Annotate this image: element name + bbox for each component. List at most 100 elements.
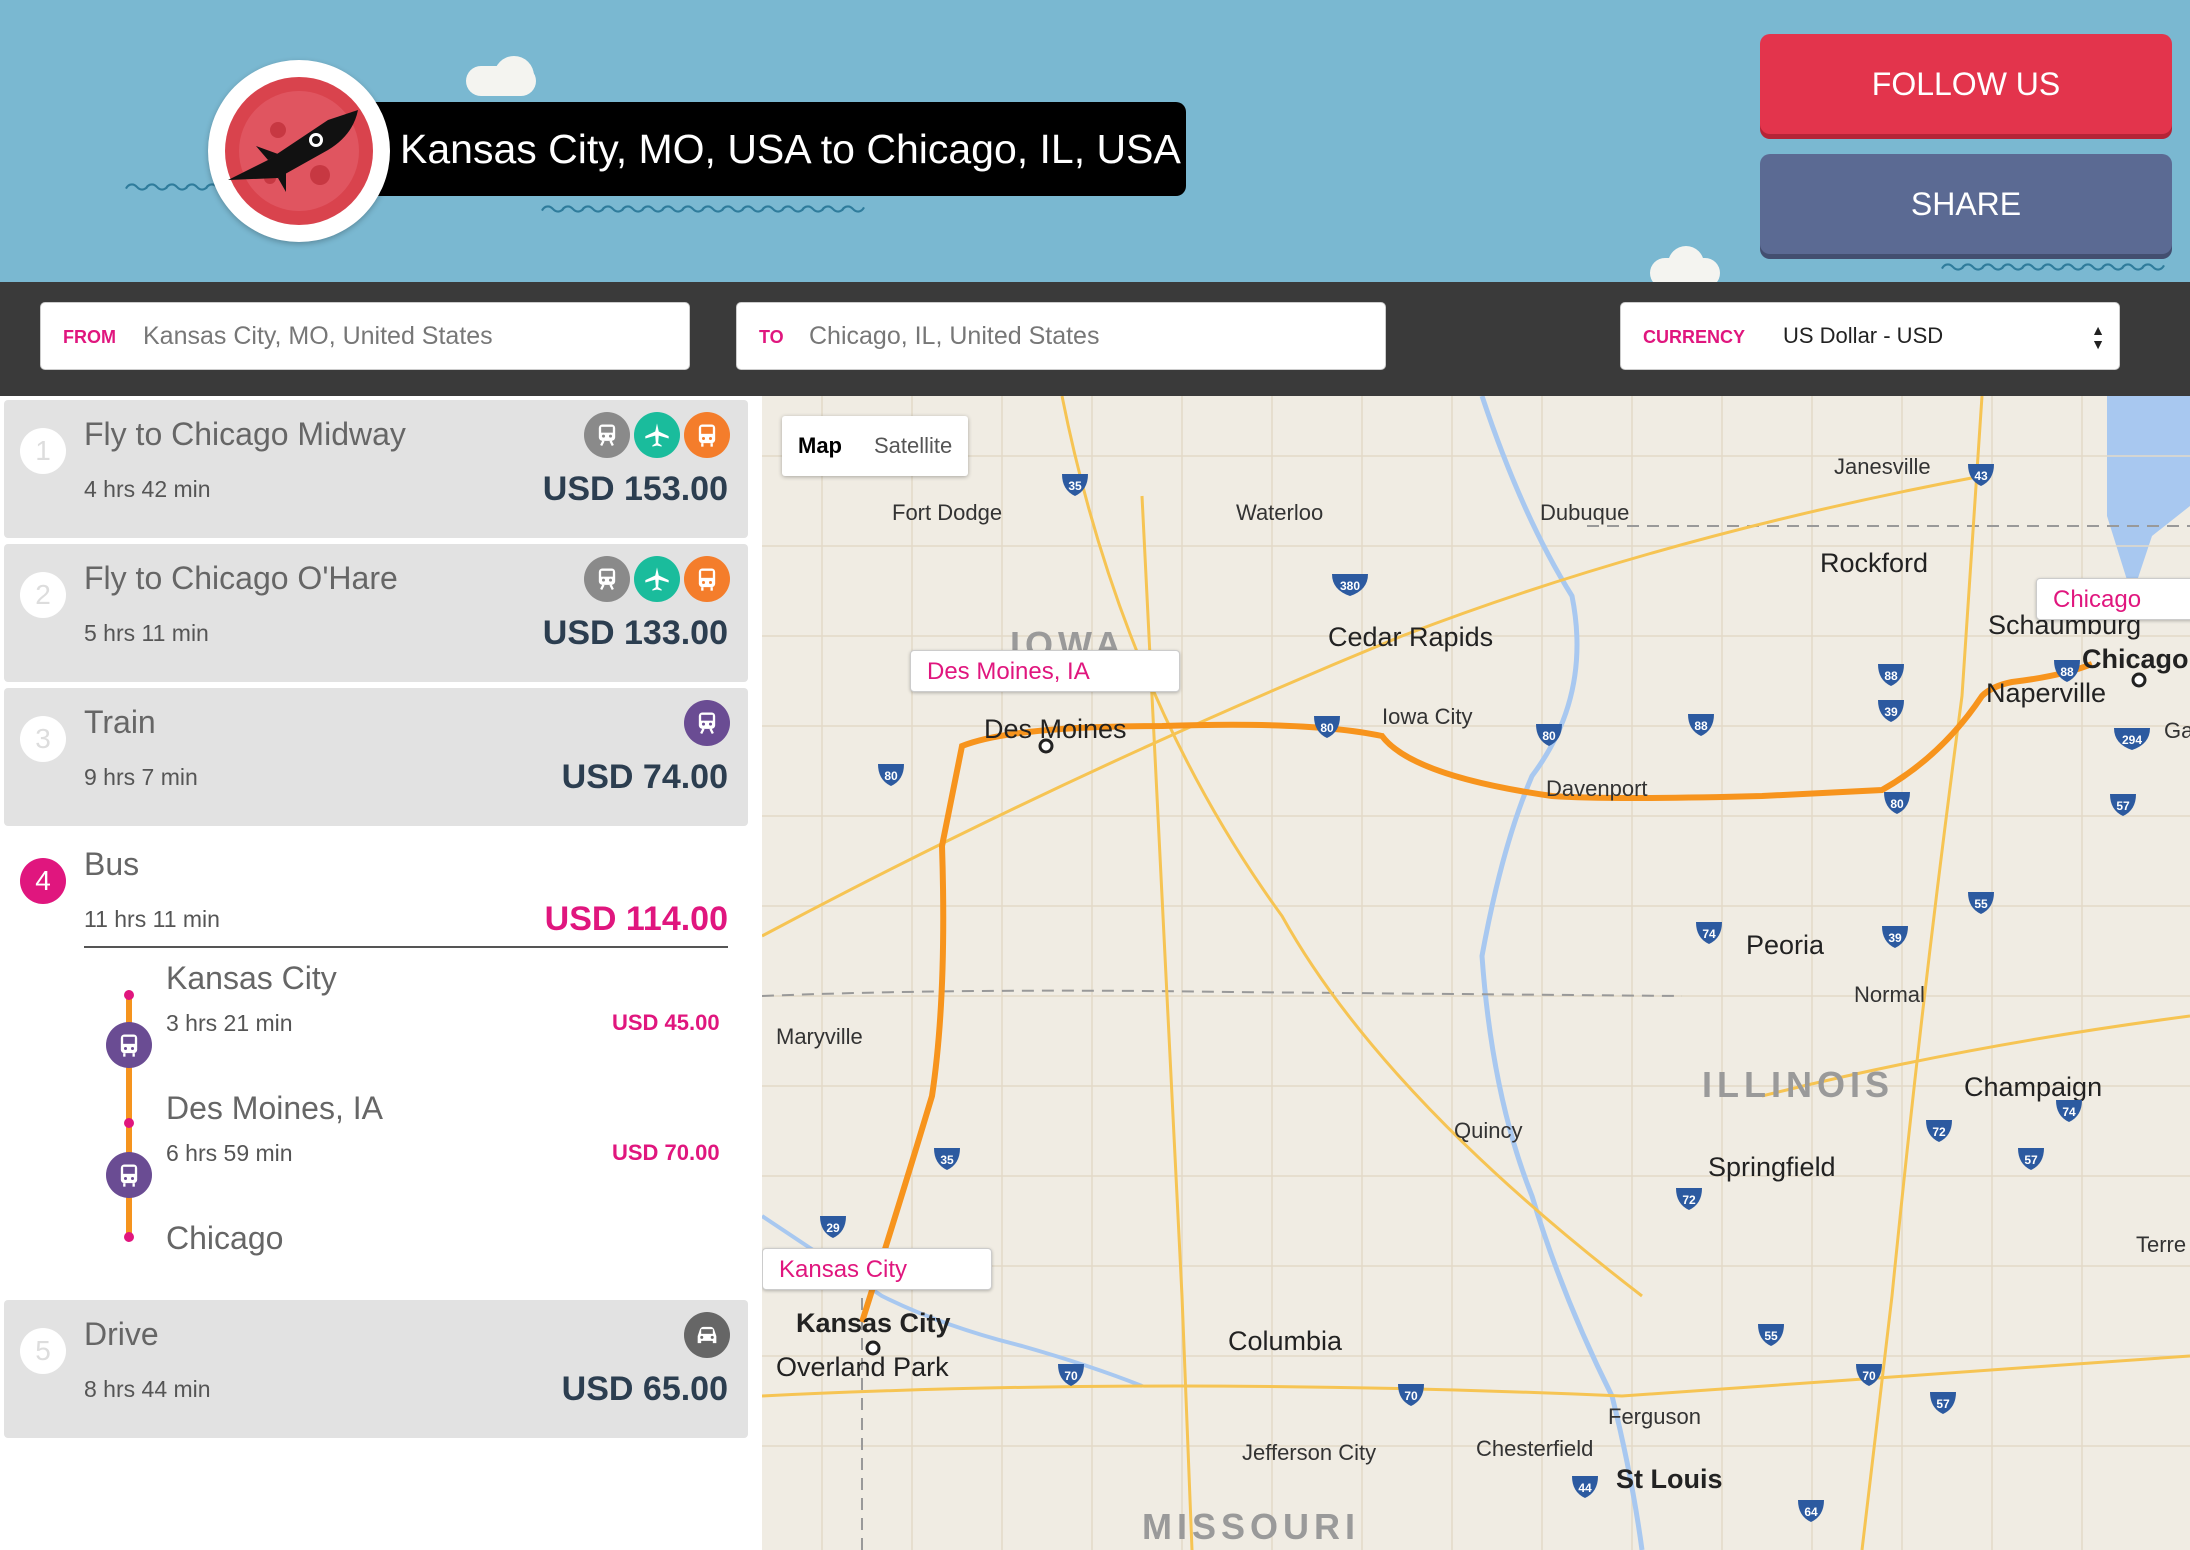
- svg-text:70: 70: [1862, 1369, 1876, 1383]
- highway-shield: 55: [1756, 1322, 1786, 1348]
- highway-shield: 80: [1882, 790, 1912, 816]
- svg-text:57: 57: [1936, 1397, 1950, 1411]
- highway-shield: 29: [818, 1214, 848, 1240]
- map-type-toggle: Map Satellite: [782, 416, 969, 476]
- option-duration: 9 hrs 7 min: [84, 764, 198, 790]
- route-option-1[interactable]: 1 Fly to Chicago Midway 4 hrs 42 min USD…: [4, 400, 748, 538]
- svg-text:380: 380: [1340, 579, 1360, 593]
- car-icon: [684, 1312, 730, 1358]
- city-label: Springfield: [1708, 1152, 1836, 1182]
- page-title: Kansas City, MO, USA to Chicago, IL, USA: [356, 102, 1186, 196]
- leg-origin[interactable]: Kansas City: [166, 960, 337, 997]
- train-icon: [684, 700, 730, 746]
- city-label: Jefferson City: [1242, 1440, 1377, 1465]
- svg-text:72: 72: [1932, 1125, 1946, 1139]
- highway-shield: 88: [1876, 662, 1906, 688]
- city-label: Kansas City: [796, 1308, 951, 1338]
- map-callout-kansas-city[interactable]: Kansas City: [762, 1248, 992, 1290]
- bus-icon: [684, 412, 730, 458]
- svg-text:80: 80: [1542, 729, 1556, 743]
- highway-shield: 57: [2108, 792, 2138, 818]
- highway-shield: 39: [1876, 698, 1906, 724]
- from-field[interactable]: FROM Kansas City, MO, United States: [40, 302, 690, 370]
- city-label: Janesville: [1834, 454, 1931, 479]
- map-callout-des-moines[interactable]: Des Moines, IA: [910, 650, 1180, 692]
- option-duration: 11 hrs 11 min: [84, 906, 220, 932]
- option-number: 5: [20, 1328, 66, 1374]
- city-label: Ga: [2164, 718, 2190, 743]
- city-label: Maryville: [776, 1024, 863, 1049]
- leg-origin[interactable]: Des Moines, IA: [166, 1090, 383, 1127]
- city-label: Overland Park: [776, 1352, 949, 1382]
- svg-text:70: 70: [1064, 1369, 1078, 1383]
- stop-dot: [124, 990, 134, 1000]
- map-canvas[interactable]: [762, 396, 2190, 1550]
- select-arrows-icon[interactable]: ▲ ▼: [2091, 323, 2105, 351]
- highway-shield: 294: [2112, 726, 2152, 752]
- state-label: ILLINOIS: [1702, 1064, 1894, 1105]
- highway-shield: 35: [1060, 472, 1090, 498]
- city-label: St Louis: [1616, 1464, 1723, 1494]
- svg-text:44: 44: [1578, 1481, 1592, 1495]
- highway-shield: 44: [1570, 1474, 1600, 1500]
- from-input[interactable]: Kansas City, MO, United States: [143, 303, 493, 369]
- svg-text:35: 35: [1068, 479, 1082, 493]
- route-map[interactable]: Map Satellite IOWA ILLINOIS MISSOURI For…: [762, 396, 2190, 1550]
- svg-text:88: 88: [1694, 719, 1708, 733]
- city-label: Columbia: [1228, 1326, 1343, 1356]
- option-mode-icons: [684, 1312, 730, 1358]
- option-number: 2: [20, 572, 66, 618]
- plane-icon: [634, 556, 680, 602]
- svg-text:80: 80: [1320, 721, 1334, 735]
- route-option-5[interactable]: 5 Drive 8 hrs 44 min USD 65.00: [4, 1300, 748, 1438]
- stop-dot: [124, 1232, 134, 1242]
- city-label: Terre H: [2136, 1232, 2190, 1257]
- option-duration: 8 hrs 44 min: [84, 1376, 211, 1402]
- satellite-toggle-button[interactable]: Satellite: [858, 416, 968, 476]
- to-label: TO: [759, 327, 784, 347]
- option-price: USD 153.00: [542, 470, 728, 508]
- currency-label: CURRENCY: [1643, 327, 1746, 347]
- city-label: Normal: [1854, 982, 1925, 1007]
- svg-text:72: 72: [1682, 1193, 1696, 1207]
- svg-text:57: 57: [2024, 1153, 2038, 1167]
- route-option-2[interactable]: 2 Fly to Chicago O'Hare 5 hrs 11 min USD…: [4, 544, 748, 682]
- divider: [84, 946, 728, 948]
- follow-us-button[interactable]: FOLLOW US: [1760, 34, 2172, 134]
- option-title: Drive: [84, 1316, 159, 1352]
- red-planet-travel-logo[interactable]: [208, 60, 390, 242]
- highway-shield: 57: [1928, 1390, 1958, 1416]
- option-duration: 5 hrs 11 min: [84, 620, 209, 646]
- highway-shield: 80: [1534, 722, 1564, 748]
- to-field[interactable]: TO Chicago, IL, United States: [736, 302, 1386, 370]
- city-label: Rockford: [1820, 548, 1929, 578]
- city-label: Quincy: [1454, 1118, 1523, 1143]
- option-title: Fly to Chicago Midway: [84, 416, 406, 452]
- currency-field[interactable]: CURRENCY US Dollar - USD ▲ ▼: [1620, 302, 2120, 370]
- svg-text:29: 29: [826, 1221, 840, 1235]
- bus-icon: [684, 556, 730, 602]
- svg-text:57: 57: [2116, 799, 2130, 813]
- to-input[interactable]: Chicago, IL, United States: [809, 303, 1099, 369]
- header: 〜〜〜〜〜〜〜〜〜〜〜〜〜〜〜〜 〜〜〜〜〜〜〜〜〜〜〜〜〜〜〜〜 〜〜〜〜〜〜…: [0, 0, 2190, 282]
- svg-text:80: 80: [1890, 797, 1904, 811]
- train-icon: [584, 556, 630, 602]
- city-label: Ferguson: [1608, 1404, 1701, 1429]
- share-button[interactable]: SHARE: [1760, 154, 2172, 254]
- svg-text:88: 88: [2060, 665, 2074, 679]
- map-callout-chicago[interactable]: Chicago: [2036, 578, 2190, 620]
- cloud-decoration: [1668, 246, 1704, 282]
- svg-text:39: 39: [1884, 705, 1898, 719]
- highway-shield: 74: [2054, 1098, 2084, 1124]
- svg-text:55: 55: [1764, 1329, 1778, 1343]
- currency-select-value[interactable]: US Dollar - USD: [1783, 303, 1943, 369]
- svg-text:70: 70: [1404, 1389, 1418, 1403]
- highway-shield: 70: [1056, 1362, 1086, 1388]
- svg-text:80: 80: [884, 769, 898, 783]
- highway-shield: 35: [932, 1146, 962, 1172]
- route-option-3[interactable]: 3 Train 9 hrs 7 min USD 74.00: [4, 688, 748, 826]
- highway-shield: 80: [1312, 714, 1342, 740]
- option-title: Fly to Chicago O'Hare: [84, 560, 398, 596]
- highway-shield: 80: [876, 762, 906, 788]
- map-toggle-button[interactable]: Map: [782, 416, 858, 476]
